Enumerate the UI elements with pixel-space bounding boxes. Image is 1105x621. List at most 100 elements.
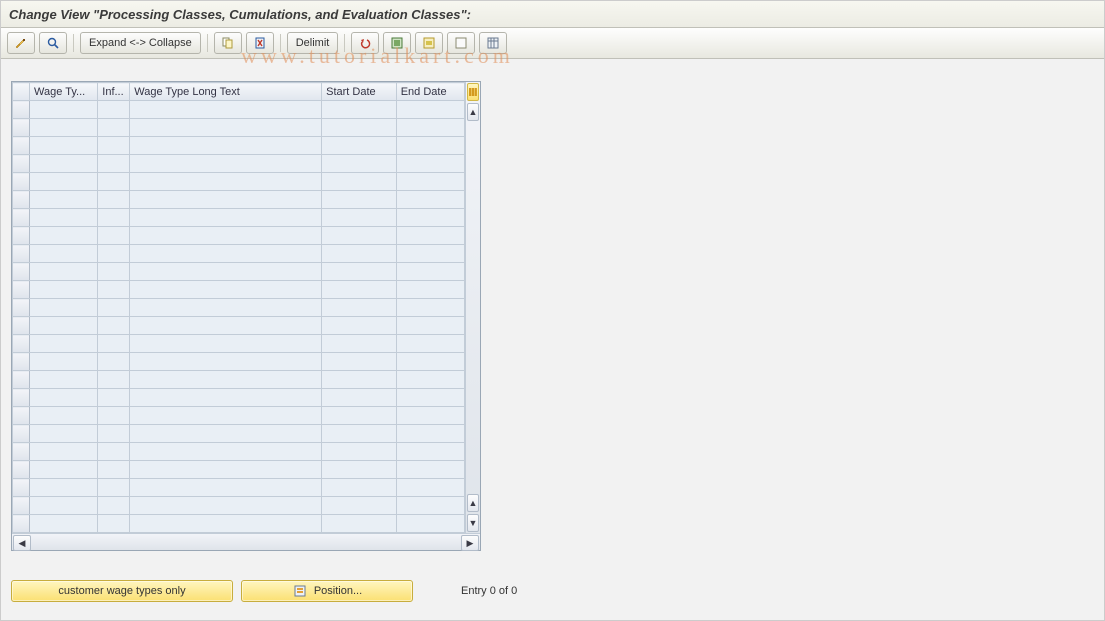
table-row[interactable] <box>13 263 465 281</box>
scroll-up-button[interactable]: ▲ <box>467 103 479 121</box>
scroll-down-button[interactable]: ▼ <box>467 514 479 532</box>
table-cell[interactable] <box>30 461 98 479</box>
table-cell[interactable] <box>322 263 397 281</box>
table-cell[interactable] <box>396 155 464 173</box>
table-cell[interactable] <box>322 371 397 389</box>
table-cell[interactable] <box>396 227 464 245</box>
table-cell[interactable] <box>322 479 397 497</box>
table-cell[interactable] <box>130 425 322 443</box>
table-row[interactable] <box>13 281 465 299</box>
table-cell[interactable] <box>98 101 130 119</box>
table-cell[interactable] <box>322 209 397 227</box>
table-cell[interactable] <box>396 263 464 281</box>
table-cell[interactable] <box>30 443 98 461</box>
copy-button[interactable] <box>214 32 242 54</box>
table-cell[interactable] <box>322 443 397 461</box>
table-cell[interactable] <box>30 245 98 263</box>
table-cell[interactable] <box>322 101 397 119</box>
table-cell[interactable] <box>322 227 397 245</box>
table-row[interactable] <box>13 173 465 191</box>
wage-type-table[interactable]: Wage Ty...Inf...Wage Type Long TextStart… <box>12 82 465 533</box>
table-cell[interactable] <box>396 245 464 263</box>
table-cell[interactable] <box>130 497 322 515</box>
table-cell[interactable] <box>130 461 322 479</box>
table-cell[interactable] <box>98 191 130 209</box>
table-cell[interactable] <box>30 317 98 335</box>
table-cell[interactable] <box>396 407 464 425</box>
table-cell[interactable] <box>396 371 464 389</box>
table-cell[interactable] <box>30 353 98 371</box>
row-selector-cell[interactable] <box>13 425 30 443</box>
table-cell[interactable] <box>30 191 98 209</box>
table-cell[interactable] <box>130 515 322 533</box>
row-selector-cell[interactable] <box>13 371 30 389</box>
table-cell[interactable] <box>130 173 322 191</box>
delete-button[interactable] <box>246 32 274 54</box>
table-cell[interactable] <box>98 173 130 191</box>
table-cell[interactable] <box>130 191 322 209</box>
table-row[interactable] <box>13 335 465 353</box>
table-cell[interactable] <box>396 281 464 299</box>
table-cell[interactable] <box>396 389 464 407</box>
table-cell[interactable] <box>322 389 397 407</box>
table-cell[interactable] <box>130 389 322 407</box>
column-header[interactable]: End Date <box>396 83 464 101</box>
table-cell[interactable] <box>396 209 464 227</box>
table-cell[interactable] <box>322 245 397 263</box>
table-cell[interactable] <box>98 299 130 317</box>
table-cell[interactable] <box>98 137 130 155</box>
table-row[interactable] <box>13 299 465 317</box>
vertical-scrollbar[interactable]: ▲ ▲ ▼ <box>465 82 480 533</box>
horizontal-scrollbar[interactable]: ◀ ▶ <box>12 533 480 550</box>
table-row[interactable] <box>13 245 465 263</box>
table-cell[interactable] <box>130 371 322 389</box>
table-cell[interactable] <box>130 281 322 299</box>
scroll-track-vertical[interactable] <box>466 122 480 493</box>
row-selector-cell[interactable] <box>13 173 30 191</box>
scroll-right-button[interactable]: ▶ <box>461 535 479 551</box>
table-cell[interactable] <box>396 101 464 119</box>
row-selector-cell[interactable] <box>13 407 30 425</box>
table-cell[interactable] <box>396 191 464 209</box>
select-all-button[interactable] <box>383 32 411 54</box>
row-selector-cell[interactable] <box>13 119 30 137</box>
table-cell[interactable] <box>130 353 322 371</box>
table-cell[interactable] <box>396 317 464 335</box>
table-cell[interactable] <box>322 497 397 515</box>
table-cell[interactable] <box>396 479 464 497</box>
table-cell[interactable] <box>322 137 397 155</box>
table-cell[interactable] <box>322 461 397 479</box>
scroll-up2-button[interactable]: ▲ <box>467 494 479 512</box>
table-row[interactable] <box>13 155 465 173</box>
configuration-button[interactable] <box>479 32 507 54</box>
table-cell[interactable] <box>396 353 464 371</box>
table-cell[interactable] <box>322 191 397 209</box>
table-cell[interactable] <box>30 227 98 245</box>
row-selector-cell[interactable] <box>13 299 30 317</box>
table-cell[interactable] <box>30 425 98 443</box>
table-cell[interactable] <box>396 299 464 317</box>
table-cell[interactable] <box>30 335 98 353</box>
table-row[interactable] <box>13 353 465 371</box>
table-cell[interactable] <box>322 155 397 173</box>
table-cell[interactable] <box>30 407 98 425</box>
row-selector-cell[interactable] <box>13 335 30 353</box>
customer-wage-types-button[interactable]: customer wage types only <box>11 580 233 602</box>
row-selector-cell[interactable] <box>13 317 30 335</box>
table-row[interactable] <box>13 137 465 155</box>
expand-collapse-button[interactable]: Expand <-> Collapse <box>80 32 201 54</box>
table-cell[interactable] <box>322 173 397 191</box>
table-cell[interactable] <box>130 407 322 425</box>
table-row[interactable] <box>13 371 465 389</box>
table-cell[interactable] <box>130 245 322 263</box>
row-selector-cell[interactable] <box>13 389 30 407</box>
column-header[interactable]: Wage Type Long Text <box>130 83 322 101</box>
table-cell[interactable] <box>98 317 130 335</box>
table-cell[interactable] <box>98 515 130 533</box>
row-selector-cell[interactable] <box>13 101 30 119</box>
row-selector-cell[interactable] <box>13 461 30 479</box>
table-cell[interactable] <box>30 281 98 299</box>
table-cell[interactable] <box>322 317 397 335</box>
table-cell[interactable] <box>396 335 464 353</box>
delimit-button[interactable]: Delimit <box>287 32 339 54</box>
